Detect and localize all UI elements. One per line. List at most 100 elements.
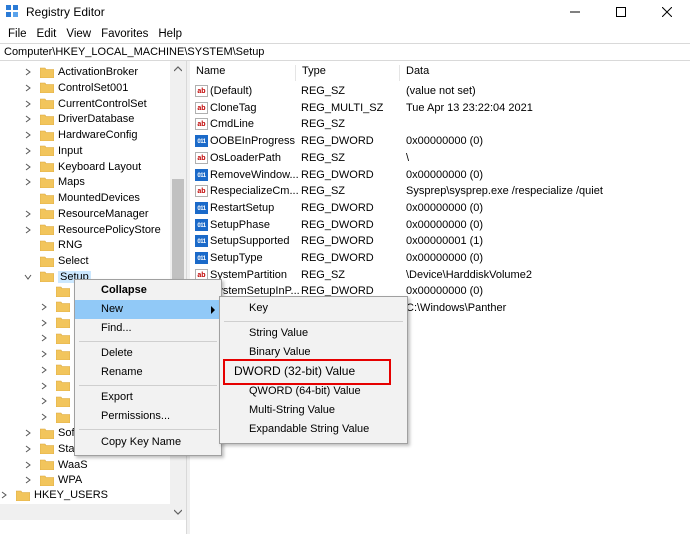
chevron-right-icon[interactable] [40,334,48,342]
column-header-name[interactable]: Name [190,65,296,81]
string-value-icon: ab [195,85,208,97]
chevron-right-icon[interactable] [40,319,48,327]
chevron-right-icon[interactable] [24,131,32,139]
folder-icon [40,271,54,283]
menu-item-copy-key-name[interactable]: Copy Key Name [75,433,221,452]
chevron-right-icon[interactable] [40,366,48,374]
tree-item-keyboard-layout[interactable]: Keyboard Layout [24,159,141,175]
tree-item-activationbroker[interactable]: ActivationBroker [24,64,138,80]
close-button[interactable] [644,0,690,24]
tree-item-controlset001[interactable]: ControlSet001 [24,80,128,96]
column-header-data[interactable]: Data [400,65,690,81]
value-row[interactable]: ab CmdLine REG_SZ [190,116,690,133]
scroll-down-icon[interactable] [170,504,186,520]
column-header-type[interactable]: Type [296,65,400,81]
value-row[interactable]: 011 SetupPhase REG_DWORD 0x00000000 (0) [190,217,690,234]
value-row[interactable]: ab RespecializeCm... REG_SZ Sysprep\sysprep… [190,183,690,200]
chevron-right-icon[interactable] [40,413,48,421]
value-name: CloneTag [210,101,257,114]
chevron-right-icon[interactable] [24,115,32,123]
value-row[interactable]: 011 RestartSetup REG_DWORD 0x00000000 (0) [190,200,690,217]
tree-item-resourcepolicystore[interactable]: ResourcePolicyStore [24,222,161,238]
chevron-right-icon[interactable] [24,445,32,453]
tree-item-driverdatabase[interactable]: DriverDatabase [24,111,134,127]
value-row[interactable]: ab (Default) REG_SZ (value not set) [190,83,690,100]
chevron-right-icon[interactable] [0,491,8,499]
tree-item-input[interactable]: Input [24,143,82,159]
scroll-up-icon[interactable] [170,61,186,77]
menu-item-delete[interactable]: Delete [75,344,221,363]
folder-icon [40,67,54,78]
value-name: RemoveWindow... [210,168,299,181]
menu-item-collapse[interactable]: Collapse [75,281,221,300]
menu-file[interactable]: File [3,28,32,40]
value-type: REG_SZ [301,118,346,131]
value-row[interactable]: ab OsLoaderPath REG_SZ \ [190,150,690,167]
tree-item-hardwareconfig[interactable]: HardwareConfig [24,127,137,143]
tree-item-resourcemanager[interactable]: ResourceManager [24,206,149,222]
submenu-item-multi-string-value[interactable]: Multi-String Value [220,401,407,420]
chevron-right-icon[interactable] [40,303,48,311]
chevron-right-icon[interactable] [40,350,48,358]
chevron-right-icon[interactable] [24,461,32,469]
menu-help[interactable]: Help [153,28,187,40]
chevron-right-icon[interactable] [24,68,32,76]
menu-favorites[interactable]: Favorites [96,28,153,40]
value-name: OOBEInProgress [210,135,295,148]
tree-item-maps[interactable]: Maps [24,174,85,190]
tree-item-label: ResourceManager [58,207,149,220]
tree-item-sibling[interactable]: Stat [24,441,78,457]
tree-item-rng[interactable]: RNG [24,237,82,253]
chevron-right-icon[interactable] [24,147,32,155]
submenu-item-string-value[interactable]: String Value [220,324,407,343]
menu-item-find[interactable]: Find... [75,319,221,338]
binary-value-icon: 011 [195,135,208,148]
value-row[interactable]: ab SystemPartition REG_SZ \Device\HarddiskV… [190,267,690,284]
tree-item-sibling[interactable]: WPA [24,472,82,488]
value-data: 0x00000001 (1) [406,235,484,248]
string-value-icon: ab [195,185,208,198]
tree-item-label: MountedDevices [58,192,140,204]
tree-item-label: CurrentControlSet [58,97,147,110]
menu-edit[interactable]: Edit [32,28,62,40]
tree-item-mounteddevices[interactable]: MountedDevices [24,190,140,206]
chevron-right-icon[interactable] [40,382,48,390]
binary-value-icon: 011 [195,252,208,264]
tree-item-currentcontrolset[interactable]: CurrentControlSet [24,96,147,112]
value-row[interactable]: 011 OOBEInProgress REG_DWORD 0x00000000 (0) [190,133,690,150]
value-row[interactable]: 011 RemoveWindow... REG_DWORD 0x00000000 (0… [190,167,690,184]
tree-horizontal-scrollbar[interactable] [0,504,170,520]
menu-item-permissions[interactable]: Permissions... [75,407,221,426]
tree-root-hkey-users[interactable]: HKEY_USERS [0,487,108,503]
tree-item-select[interactable]: Select [24,253,89,269]
chevron-right-icon[interactable] [24,163,32,171]
chevron-right-icon[interactable] [40,397,48,405]
submenu-item-expandable-string-value[interactable]: Expandable String Value [220,420,407,439]
value-name: SetupType [210,252,263,264]
chevron-right-icon[interactable] [24,84,32,92]
submenu-item-key[interactable]: Key [220,299,407,318]
menu-item-new[interactable]: New [75,300,221,319]
value-row[interactable]: ab CloneTag REG_MULTI_SZ Tue Apr 13 23:22:0… [190,100,690,117]
chevron-right-icon[interactable] [24,178,32,186]
menu-view[interactable]: View [61,28,96,40]
value-row[interactable]: 011 SetupType REG_DWORD 0x00000000 (0) [190,250,690,267]
value-name: RestartSetup [210,201,275,214]
value-name: OsLoaderPath [210,151,281,164]
value-type: REG_DWORD [301,135,374,148]
minimize-button[interactable] [552,0,598,24]
chevron-right-icon[interactable] [24,429,32,437]
menu-item-rename[interactable]: Rename [75,363,221,382]
chevron-right-icon[interactable] [24,226,32,234]
menu-item-export[interactable]: Export [75,388,221,407]
chevron-right-icon[interactable] [24,476,32,484]
chevron-right-icon[interactable] [24,210,32,218]
maximize-button[interactable] [598,0,644,24]
value-row[interactable]: 011 SetupSupported REG_DWORD 0x00000001 (1) [190,233,690,250]
chevron-down-icon[interactable] [24,273,32,281]
folder-icon [56,349,70,360]
address-bar[interactable]: Computer\HKEY_LOCAL_MACHINE\SYSTEM\Setup [0,43,690,61]
tree-item-sibling[interactable]: WaaS [24,457,88,473]
chevron-right-icon[interactable] [24,100,32,108]
tree-item-sibling[interactable]: Soft [24,425,78,441]
